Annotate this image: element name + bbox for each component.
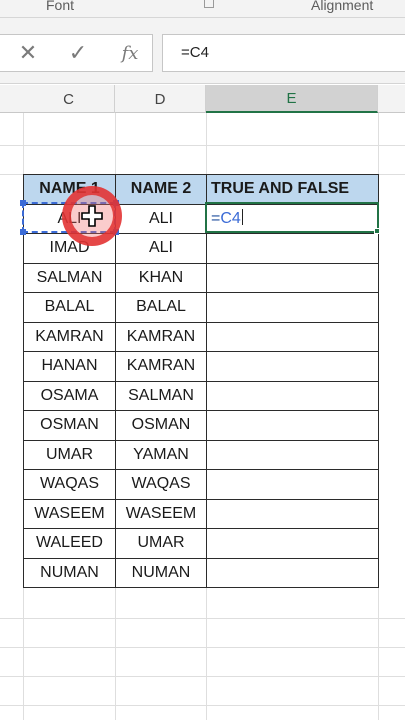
reference-handle[interactable] (113, 229, 119, 235)
result-cell[interactable] (206, 557, 379, 588)
gridline (0, 618, 405, 619)
ribbon-alignment-group-label: Alignment (311, 0, 374, 13)
header-cell-name-2[interactable]: NAME 2 (115, 174, 207, 205)
name-2-cell[interactable]: WAQAS (115, 469, 207, 500)
insert-function-button[interactable]: fx (108, 35, 152, 71)
name-1-cell[interactable]: NUMAN (23, 557, 116, 588)
column-header-d[interactable]: D (115, 85, 206, 113)
cancel-button[interactable]: ✕ (6, 35, 50, 71)
formula-bar-buttons: ✕ ✓ fx (0, 34, 153, 72)
formula-prefix: = (211, 210, 221, 228)
name-2-cell[interactable]: ALI (115, 203, 207, 234)
name-2-cell[interactable]: YAMAN (115, 439, 207, 470)
table-row: KAMRAN KAMRAN (23, 321, 379, 352)
table-row: ALI ALI =C4 (23, 203, 379, 234)
table-row: IMAD ALI (23, 233, 379, 264)
name-1-cell[interactable]: KAMRAN (23, 321, 116, 352)
column-header-c[interactable]: C (23, 85, 115, 113)
result-cell[interactable] (206, 233, 379, 264)
enter-button[interactable]: ✓ (56, 35, 100, 71)
name-2-cell[interactable]: ALI (115, 233, 207, 264)
reference-handle[interactable] (20, 200, 26, 206)
table-row: OSAMA SALMAN (23, 380, 379, 411)
name-1-cell[interactable]: UMAR (23, 439, 116, 470)
names-table: NAME 1 NAME 2 TRUE AND FALSE ALI ALI =C4… (23, 174, 379, 588)
name-2-cell[interactable]: WASEEM (115, 498, 207, 529)
table-header-row: NAME 1 NAME 2 TRUE AND FALSE (23, 174, 379, 205)
name-1-cell[interactable]: WALEED (23, 528, 116, 559)
name-2-cell[interactable]: NUMAN (115, 557, 207, 588)
result-cell[interactable] (206, 410, 379, 441)
header-cell-name-1[interactable]: NAME 1 (23, 174, 116, 205)
result-cell[interactable] (206, 351, 379, 382)
gridline (0, 647, 405, 648)
name-1-cell[interactable]: HANAN (23, 351, 116, 382)
name-1-cell[interactable]: IMAD (23, 233, 116, 264)
result-cell[interactable] (206, 262, 379, 293)
table-row: HANAN KAMRAN (23, 351, 379, 382)
text-caret (241, 209, 243, 226)
result-cell[interactable] (206, 439, 379, 470)
table-row: UMAR YAMAN (23, 439, 379, 470)
ribbon-font-group-label: Font (46, 0, 75, 13)
gridline (0, 676, 405, 677)
result-cell[interactable] (206, 292, 379, 323)
formula-input[interactable]: =C4 (162, 34, 405, 72)
column-header-f-partial[interactable] (378, 85, 405, 113)
table-row: WAQAS WAQAS (23, 469, 379, 500)
name-1-cell[interactable]: BALAL (23, 292, 116, 323)
check-icon: ✓ (68, 40, 88, 65)
font-dialog-launcher-icon[interactable] (204, 0, 214, 8)
reference-handle[interactable] (113, 200, 119, 206)
name-1-cell[interactable]: OSAMA (23, 380, 116, 411)
result-cell[interactable] (206, 528, 379, 559)
name-2-cell[interactable]: KAMRAN (115, 321, 207, 352)
table-row: WALEED UMAR (23, 528, 379, 559)
table-row: SALMAN KHAN (23, 262, 379, 293)
table-row: OSMAN OSMAN (23, 410, 379, 441)
name-2-cell[interactable]: SALMAN (115, 380, 207, 411)
formula-reference: C4 (220, 210, 241, 228)
gridline (0, 145, 405, 146)
name-2-cell[interactable]: OSMAN (115, 410, 207, 441)
header-cell-true-false[interactable]: TRUE AND FALSE (206, 174, 379, 205)
result-cell[interactable] (206, 469, 379, 500)
formula-bar: ✕ ✓ fx =C4 (0, 18, 405, 84)
reference-handle[interactable] (20, 229, 26, 235)
result-cell[interactable] (206, 380, 379, 411)
gridline (0, 705, 405, 706)
name-1-cell[interactable]: OSMAN (23, 410, 116, 441)
name-1-cell[interactable]: WAQAS (23, 469, 116, 500)
name-1-cell[interactable]: SALMAN (23, 262, 116, 293)
column-header-e[interactable]: E (206, 85, 378, 113)
close-icon: ✕ (18, 40, 38, 65)
name-1-cell[interactable]: ALI (23, 203, 116, 234)
fx-icon: fx (121, 42, 139, 64)
name-2-cell[interactable]: BALAL (115, 292, 207, 323)
column-headers: C D E (0, 85, 405, 113)
table-row: WASEEM WASEEM (23, 498, 379, 529)
table-row: BALAL BALAL (23, 292, 379, 323)
table-row: NUMAN NUMAN (23, 557, 379, 588)
name-2-cell[interactable]: UMAR (115, 528, 207, 559)
ribbon-group-labels: Font Alignment (0, 0, 405, 18)
result-cell[interactable] (206, 498, 379, 529)
formula-entry-cell[interactable]: =C4 (206, 203, 379, 234)
result-cell[interactable] (206, 321, 379, 352)
name-1-cell[interactable]: WASEEM (23, 498, 116, 529)
name-2-cell[interactable]: KHAN (115, 262, 207, 293)
name-2-cell[interactable]: KAMRAN (115, 351, 207, 382)
formula-entry-text: =C4 (211, 210, 241, 227)
fill-handle[interactable] (374, 228, 380, 234)
